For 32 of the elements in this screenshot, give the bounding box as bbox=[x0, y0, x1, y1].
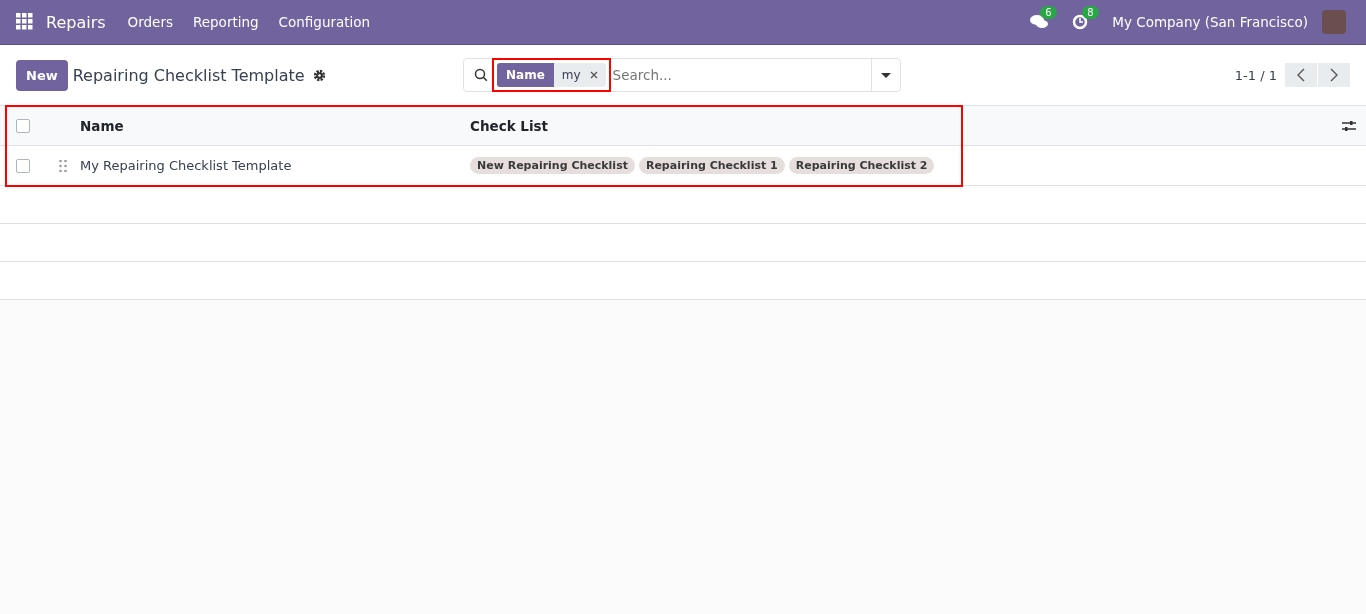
company-name[interactable]: My Company (San Francisco) bbox=[1112, 14, 1308, 30]
column-header[interactable]: Name bbox=[80, 117, 124, 134]
checklist-tag: New Repairing Checklist bbox=[470, 157, 635, 174]
apps-grid-icon[interactable] bbox=[16, 13, 34, 31]
chevron-right-icon bbox=[1330, 68, 1338, 82]
column-header[interactable]: Check List bbox=[470, 117, 549, 134]
chat-icon[interactable] bbox=[1030, 14, 1049, 30]
table-cell[interactable]: My Repairing Checklist Template bbox=[80, 158, 292, 173]
new-button[interactable]: New bbox=[16, 59, 68, 91]
menu-item[interactable]: Reporting bbox=[192, 14, 259, 30]
pager-value[interactable]: 1-1 / 1 bbox=[1234, 67, 1277, 83]
page-title: Repairing Checklist Template bbox=[72, 65, 305, 85]
caret-icon bbox=[881, 72, 891, 78]
drag-handle-icon[interactable] bbox=[59, 159, 67, 172]
activity-count-badge: 8 bbox=[1082, 6, 1099, 19]
checklist-tag: Repairing Checklist 1 bbox=[638, 157, 785, 174]
menu-item[interactable]: Orders bbox=[127, 14, 173, 30]
sliders-icon[interactable] bbox=[1342, 119, 1356, 132]
select-all-checkbox[interactable] bbox=[16, 118, 30, 133]
row-checkbox[interactable] bbox=[16, 158, 30, 173]
search-bar[interactable]: Name my Search... bbox=[463, 58, 901, 92]
checklist-tag: Repairing Checklist 2 bbox=[788, 157, 935, 174]
menu-item[interactable]: Configuration bbox=[278, 14, 371, 30]
facet-value: my bbox=[561, 68, 581, 82]
chevron-left-icon bbox=[1297, 68, 1305, 82]
gear-icon[interactable] bbox=[312, 68, 326, 82]
close-icon[interactable] bbox=[589, 71, 598, 79]
facet-label: Name bbox=[497, 63, 554, 87]
clock-icon[interactable] bbox=[1072, 14, 1089, 30]
search-icon bbox=[474, 68, 488, 82]
message-count-badge: 6 bbox=[1040, 6, 1057, 19]
app-name[interactable]: Repairs bbox=[46, 12, 106, 32]
